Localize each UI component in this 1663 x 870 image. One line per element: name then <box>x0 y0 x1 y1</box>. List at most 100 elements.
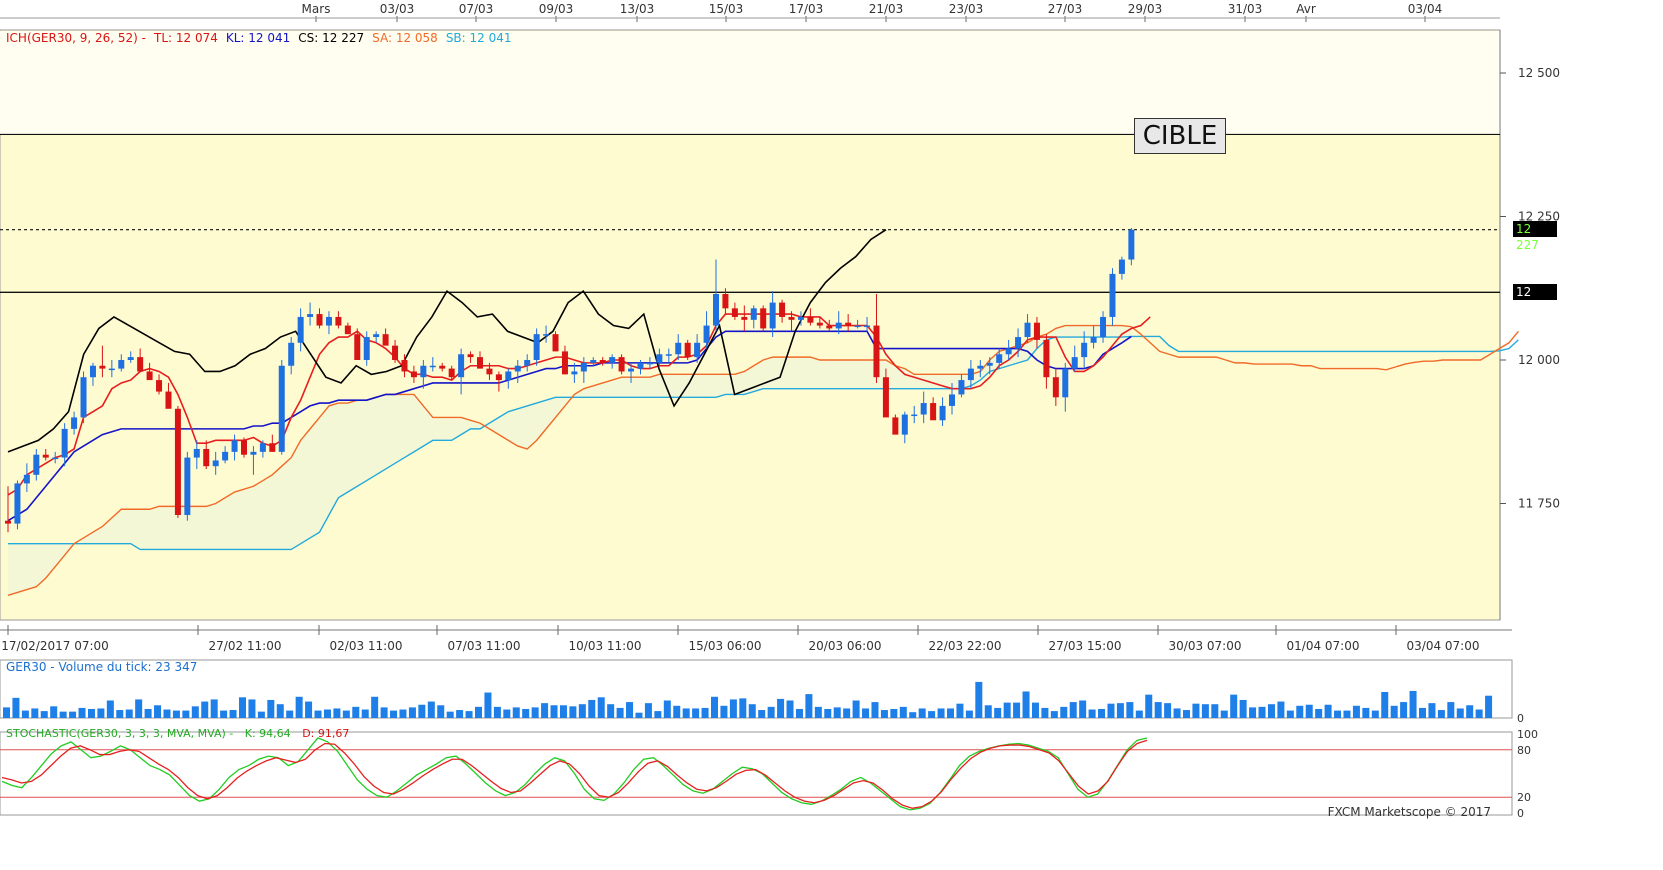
time-axis-label: 17/02/2017 07:00 <box>1 639 109 653</box>
candle-body <box>23 474 30 484</box>
candle-body <box>590 360 597 363</box>
volume-bar <box>1437 710 1445 718</box>
volume-bar <box>276 704 284 718</box>
volume-bar <box>21 710 29 718</box>
candle-body <box>231 440 238 452</box>
candle-body <box>486 368 493 375</box>
volume-bar <box>692 708 700 718</box>
candle-body <box>807 316 814 323</box>
volume-bar <box>1098 708 1106 718</box>
top-axis-label: 13/03 <box>620 2 655 16</box>
volume-bar <box>1324 704 1332 718</box>
volume-bar <box>994 707 1002 718</box>
volume-panel-title: GER30 - Volume du tick: 23 347 <box>6 660 198 674</box>
legend-item-0: ICH(GER30, 9, 26, 52) - <box>6 31 146 45</box>
volume-bar <box>1456 708 1464 718</box>
legend-item-5: SB: 12 041 <box>445 31 512 45</box>
candle-body <box>609 357 616 363</box>
candle-body <box>1062 368 1069 398</box>
candle-body <box>439 365 446 369</box>
legend-item-3: CS: 12 227 <box>298 31 365 45</box>
level-price-tag: 12 118 <box>1513 284 1557 315</box>
candle-body <box>137 357 144 372</box>
candle-body <box>864 325 871 328</box>
candle-body <box>278 365 285 452</box>
volume-bar <box>135 699 143 718</box>
volume-bar <box>748 704 756 718</box>
candle-body <box>14 483 21 524</box>
candle-body <box>646 362 653 365</box>
candle-body <box>628 368 635 372</box>
volume-bar <box>1164 703 1172 718</box>
candle-body <box>250 451 257 455</box>
volume-bar <box>248 699 256 718</box>
price-axis-label: 12 500 <box>1518 66 1560 80</box>
candle-body <box>552 334 559 352</box>
volume-axis-label: 0 <box>1517 712 1524 725</box>
top-axis-label: 03/04 <box>1408 2 1443 16</box>
cible-annotation[interactable]: CIBLE <box>1134 118 1226 154</box>
candle-body <box>949 394 955 406</box>
volume-bar <box>295 696 303 718</box>
candle-body <box>420 365 427 378</box>
candle-body <box>882 377 889 418</box>
upper-plot-area <box>0 31 1500 135</box>
volume-bar <box>1286 710 1294 718</box>
candle-body <box>760 308 767 329</box>
candle-body <box>571 371 578 375</box>
volume-bar <box>418 704 426 718</box>
volume-bar <box>1239 699 1247 718</box>
candle-body <box>675 342 682 355</box>
candle-body <box>269 443 276 452</box>
volume-bar <box>106 700 114 718</box>
candle-body <box>344 325 351 335</box>
candle-body <box>203 448 210 467</box>
price-axis-label: 12 000 <box>1518 353 1560 367</box>
volume-bar <box>446 711 454 718</box>
candle-body <box>146 371 153 381</box>
candle-body <box>797 316 804 320</box>
top-axis-label: 17/03 <box>789 2 824 16</box>
volume-bar <box>12 697 20 718</box>
time-axis-label: 03/04 07:00 <box>1407 639 1480 653</box>
volume-bar <box>342 710 350 718</box>
volume-bar <box>758 710 766 718</box>
volume-bar <box>777 698 785 718</box>
volume-bar <box>97 708 105 718</box>
top-axis-label: 07/03 <box>459 2 494 16</box>
volume-bar <box>767 706 775 718</box>
volume-bar <box>1343 710 1351 718</box>
volume-bar <box>531 707 539 718</box>
volume-bar <box>1201 704 1209 718</box>
volume-bar <box>928 711 936 718</box>
volume-bar <box>465 711 473 718</box>
volume-bar <box>786 700 794 718</box>
volume-bar <box>40 711 48 718</box>
candle-body <box>184 457 191 515</box>
candle-body <box>401 360 408 372</box>
volume-bar <box>1060 706 1068 718</box>
volume-bar <box>729 699 737 718</box>
volume-bar <box>541 703 549 718</box>
candle-body <box>410 371 417 378</box>
volume-bar <box>569 706 577 718</box>
volume-bar <box>1211 704 1219 718</box>
candle-body <box>514 365 521 372</box>
volume-bar <box>484 692 492 718</box>
volume-bar <box>578 704 586 718</box>
volume-panel <box>0 659 1513 719</box>
volume-bar <box>663 700 671 718</box>
candle-body <box>694 342 701 358</box>
stochastic-axis-label: 80 <box>1517 744 1531 757</box>
volume-bar <box>1400 702 1408 718</box>
volume-bar <box>172 710 180 718</box>
candle-body <box>61 428 68 458</box>
stochastic-k-label: K: 94,64 <box>244 727 291 740</box>
chart-window: Mars 03/03 07/03 09/03 13/03 15/03 17/03 21/03 2… <box>0 0 1663 870</box>
candle-body <box>5 520 11 524</box>
volume-bar <box>1220 710 1228 718</box>
volume-bar <box>824 708 832 718</box>
candle-body <box>1033 322 1040 340</box>
volume-bar <box>512 707 520 718</box>
candle-body <box>373 334 380 338</box>
